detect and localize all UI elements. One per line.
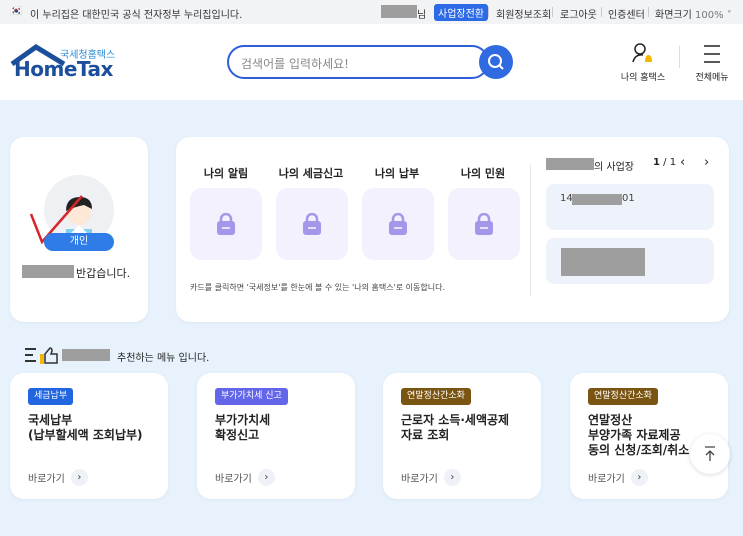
zoom-value: 100% (695, 10, 724, 21)
civil-petition-tile[interactable] (448, 188, 520, 260)
scroll-top-button[interactable] (690, 434, 730, 474)
search-icon (488, 54, 504, 70)
category-badge: 연말정산간소화 (401, 388, 471, 405)
tax-filing-tile[interactable] (276, 188, 348, 260)
go-link[interactable]: 바로가기 › (215, 469, 275, 486)
business-item[interactable]: 14 01 (546, 184, 714, 230)
top-utility-bar: 🇰🇷 이 누리집은 대한민국 공식 전자정부 누리집입니다. 님 사업장전환 회… (0, 0, 743, 24)
recommend-card[interactable]: 연말정산간소화 근로자 소득·세액공제 자료 조회 바로가기 › (383, 373, 541, 499)
redacted-name (22, 265, 74, 278)
card-note: 카드를 클릭하면 '국세정보'를 한눈에 볼 수 있는 '나의 홈택스'로 이동… (190, 283, 446, 292)
card-title: 부가가치세 확정신고 (215, 413, 271, 442)
lock-icon (217, 213, 235, 235)
pagination: 1 / 1 (653, 157, 677, 168)
switch-business-button[interactable]: 사업장전환 (434, 4, 488, 21)
payment-tile[interactable] (362, 188, 434, 260)
redacted-biz-info (561, 248, 645, 276)
search-input[interactable]: 검색어를 입력하세요! (227, 45, 489, 79)
chevron-right-icon: › (70, 469, 88, 486)
category-badge: 연말정산간소화 (588, 388, 658, 405)
go-link[interactable]: 바로가기 › (28, 469, 88, 486)
user-bell-icon (632, 43, 652, 63)
prev-arrow-icon[interactable]: ‹ (680, 155, 685, 170)
go-link[interactable]: 바로가기 › (588, 469, 648, 486)
business-title: 의 사업장 (594, 162, 634, 173)
chevron-right-icon: › (443, 469, 461, 486)
member-info-link[interactable]: 회원정보조회 (496, 6, 551, 21)
redacted-name (62, 349, 110, 361)
chevron-right-icon: › (257, 469, 275, 486)
arrow-up-icon (705, 446, 715, 461)
recommend-title: 추천하는 메뉴 입니다. (117, 353, 210, 364)
cert-center-link[interactable]: 인증센터 (608, 6, 645, 21)
logout-link[interactable]: 로그아웃 (560, 6, 597, 21)
recommend-card[interactable]: 부가가치세 신고 부가가치세 확정신고 바로가기 › (197, 373, 355, 499)
chevron-down-icon: ˅ (726, 10, 732, 21)
profile-card: 개인 반갑습니다. (10, 137, 148, 322)
search-button[interactable] (479, 45, 513, 79)
hometax-logo[interactable]: 국세청홈택스 HomeTax (10, 44, 120, 82)
my-hometax-button[interactable]: 나의 홈택스 (615, 42, 671, 83)
zoom-label: 화면크기 (655, 10, 692, 21)
chevron-right-icon: › (630, 469, 648, 486)
zoom-control[interactable]: 화면크기 100% ˅ (655, 6, 732, 21)
redacted-username (381, 5, 417, 18)
korea-flag-icon: 🇰🇷 (10, 6, 23, 17)
card-title: 근로자 소득·세액공제 자료 조회 (401, 413, 510, 442)
user-suffix: 님 (417, 10, 427, 21)
category-badge: 부가가치세 신고 (215, 388, 288, 405)
all-menu-button[interactable]: 전체메뉴 (690, 42, 734, 83)
individual-badge: 개인 (44, 233, 114, 251)
recommend-card[interactable]: 세금납부 국세납부 (납부할세액 조회납부) 바로가기 › (10, 373, 168, 499)
tab-my-tax-filing[interactable]: 나의 세금신고 (271, 165, 351, 181)
next-arrow-icon[interactable]: › (704, 155, 709, 170)
tab-my-notice[interactable]: 나의 알림 (186, 165, 266, 181)
card-title: 국세납부 (납부할세액 조회납부) (28, 413, 143, 442)
thumbs-up-menu-icon (25, 347, 58, 364)
notice-tile[interactable] (190, 188, 262, 260)
redacted-name (546, 158, 594, 170)
business-item[interactable] (546, 238, 714, 284)
tab-my-civil-petition[interactable]: 나의 민원 (443, 165, 523, 181)
category-badge: 세금납부 (28, 388, 74, 405)
tab-my-payment[interactable]: 나의 납부 (357, 165, 437, 181)
go-link[interactable]: 바로가기 › (401, 469, 461, 486)
lock-icon (389, 213, 407, 235)
greeting: 반갑습니다. (76, 267, 131, 280)
lock-icon (475, 213, 493, 235)
lock-icon (303, 213, 321, 235)
redacted-biz-no (572, 194, 622, 205)
gov-notice: 이 누리집은 대한민국 공식 전자정부 누리집입니다. (30, 10, 243, 21)
card-title: 연말정산 부양가족 자료제공 동의 신청/조회/취소 (588, 413, 690, 457)
hamburger-icon (704, 45, 720, 63)
